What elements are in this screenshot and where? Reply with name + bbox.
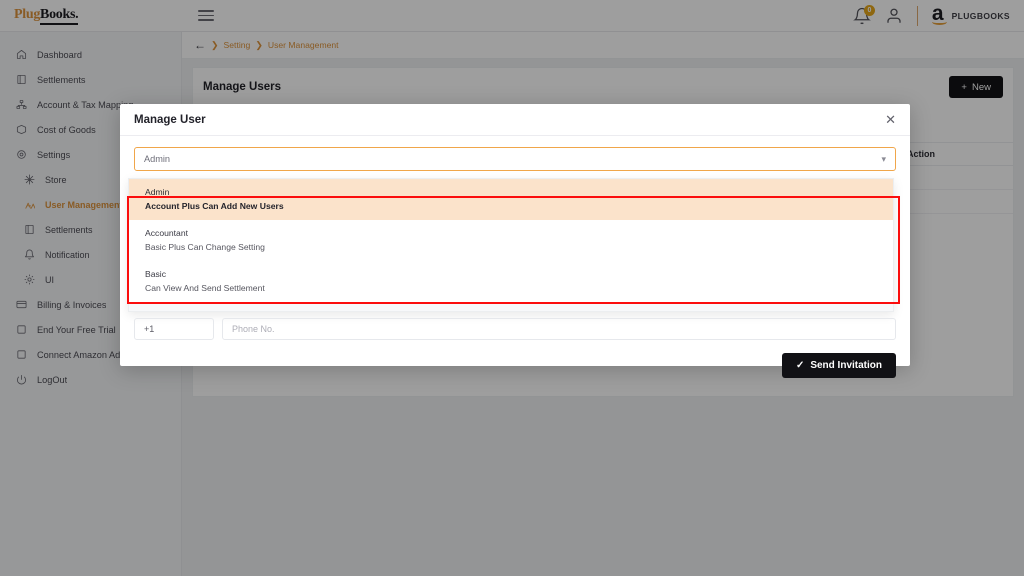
role-option-accountant[interactable]: Accountant Basic Plus Can Change Setting — [129, 220, 893, 261]
role-select[interactable]: Admin ▾ — [134, 147, 896, 171]
phone-number-input[interactable]: Phone No. — [222, 318, 896, 340]
gear-icon — [16, 149, 30, 160]
divider — [916, 5, 918, 26]
breadcrumb-item-user-management[interactable]: User Management — [268, 40, 339, 50]
square-icon — [16, 349, 30, 360]
logo-text-secondary: Books. — [40, 7, 79, 25]
breadcrumb-chevron-icon: ❯ — [211, 39, 219, 50]
amazon-logo-icon: a — [931, 3, 947, 25]
phone-number-placeholder: Phone No. — [232, 324, 275, 334]
connected-marketplace[interactable]: a PLUGBOOKS — [931, 3, 1010, 25]
notifications-button[interactable]: 0 — [853, 4, 875, 25]
sidebar-item-label: Store — [45, 174, 67, 185]
sidebar-item-dashboard[interactable]: Dashboard — [0, 42, 181, 67]
role-options-dropdown[interactable]: Admin Account Plus Can Add New Users Accou… — [128, 178, 894, 312]
hamburger-icon[interactable] — [198, 10, 214, 21]
marketplace-account-label: PLUGBOOKS — [951, 10, 1010, 21]
role-option-name: Admin — [145, 187, 170, 197]
square-icon — [16, 324, 30, 335]
sidebar-item-label: Dashboard — [37, 49, 82, 60]
notification-badge: 0 — [863, 4, 875, 16]
manage-user-modal: Manage User ✕ Admin ▾ Admin Account Plus … — [120, 104, 910, 378]
table-column-action: Action — [907, 149, 935, 159]
top-bar: Plug Books. 0 a PLUGBOOKS — [0, 0, 1024, 32]
role-option-name: Accountant — [145, 228, 188, 238]
app-logo[interactable]: Plug Books. — [0, 0, 182, 32]
bell-icon — [24, 249, 38, 260]
store-icon — [24, 174, 38, 185]
role-option-name: Basic — [145, 269, 167, 279]
sidebar-item-label: LogOut — [37, 374, 68, 385]
hierarchy-icon — [16, 99, 30, 110]
page-title: Manage Users — [203, 81, 281, 93]
sidebar-item-label: End Your Free Trial — [37, 324, 116, 335]
role-option-basic[interactable]: Basic Can View And Send Settlement — [129, 261, 893, 302]
sidebar-item-label: Notification — [45, 249, 90, 260]
sidebar-item-label: Settlements — [45, 224, 93, 235]
sidebar-item-label: UI — [45, 274, 54, 285]
book-icon — [16, 74, 30, 85]
arrow-left-icon[interactable]: ← — [194, 39, 206, 51]
box-icon — [16, 124, 30, 135]
modal-title: Manage User — [134, 113, 206, 126]
new-user-button-label: New — [971, 81, 991, 93]
send-invitation-button[interactable]: ✓ Send Invitation — [781, 353, 896, 378]
home-icon — [16, 49, 30, 60]
sidebar-item-label: Cost of Goods — [37, 124, 96, 135]
user-account-button[interactable] — [885, 7, 903, 25]
close-icon[interactable]: ✕ — [885, 113, 896, 126]
card-icon — [16, 299, 30, 310]
breadcrumb: ← ❯ Setting ❯ User Management — [182, 32, 1024, 59]
check-icon: ✓ — [795, 360, 805, 371]
sidebar-item-settlements[interactable]: Settlements — [0, 67, 181, 92]
phone-input-row: +1 Phone No. — [134, 318, 896, 340]
role-option-description: Account Plus Can Add New Users — [145, 201, 284, 211]
chevron-down-icon: ▾ — [881, 153, 886, 164]
sidebar-item-label: Settlements — [37, 74, 86, 85]
modal-body: Admin ▾ Admin Account Plus Can Add New Us… — [120, 136, 910, 378]
users-icon — [24, 199, 38, 210]
country-code-input[interactable]: +1 — [134, 318, 214, 340]
sidebar-item-label: User Management — [45, 199, 123, 210]
new-user-button[interactable]: + New — [949, 76, 1003, 98]
sidebar-item-logout[interactable]: LogOut — [0, 367, 181, 392]
sun-icon — [24, 274, 38, 285]
role-option-description: Basic Plus Can Change Setting — [145, 242, 265, 252]
sidebar-item-label: Account & Tax Mapping — [37, 99, 134, 110]
app-root: Plug Books. 0 a PLUGBOOKS Dashboard Sett… — [0, 0, 1024, 576]
book-icon — [24, 224, 38, 235]
role-option-description: Can View And Send Settlement — [145, 283, 265, 293]
power-icon — [16, 374, 30, 385]
role-option-admin[interactable]: Admin Account Plus Can Add New Users — [129, 179, 893, 220]
dropdown-footer — [129, 302, 893, 311]
breadcrumb-chevron-icon: ❯ — [255, 39, 263, 50]
plus-icon: + — [961, 81, 967, 93]
modal-header: Manage User ✕ — [120, 104, 910, 136]
panel-header: Manage Users + New — [193, 68, 1013, 106]
sidebar-item-label: Settings — [37, 149, 71, 160]
top-bar-actions: 0 a PLUGBOOKS — [853, 0, 1024, 32]
role-select-value: Admin — [144, 154, 171, 164]
country-code-value: +1 — [144, 324, 155, 334]
logo-text-primary: Plug — [14, 6, 41, 22]
sidebar-item-label: Billing & Invoices — [37, 299, 107, 310]
breadcrumb-item-setting[interactable]: Setting — [224, 40, 251, 50]
send-invitation-label: Send Invitation — [810, 360, 882, 371]
